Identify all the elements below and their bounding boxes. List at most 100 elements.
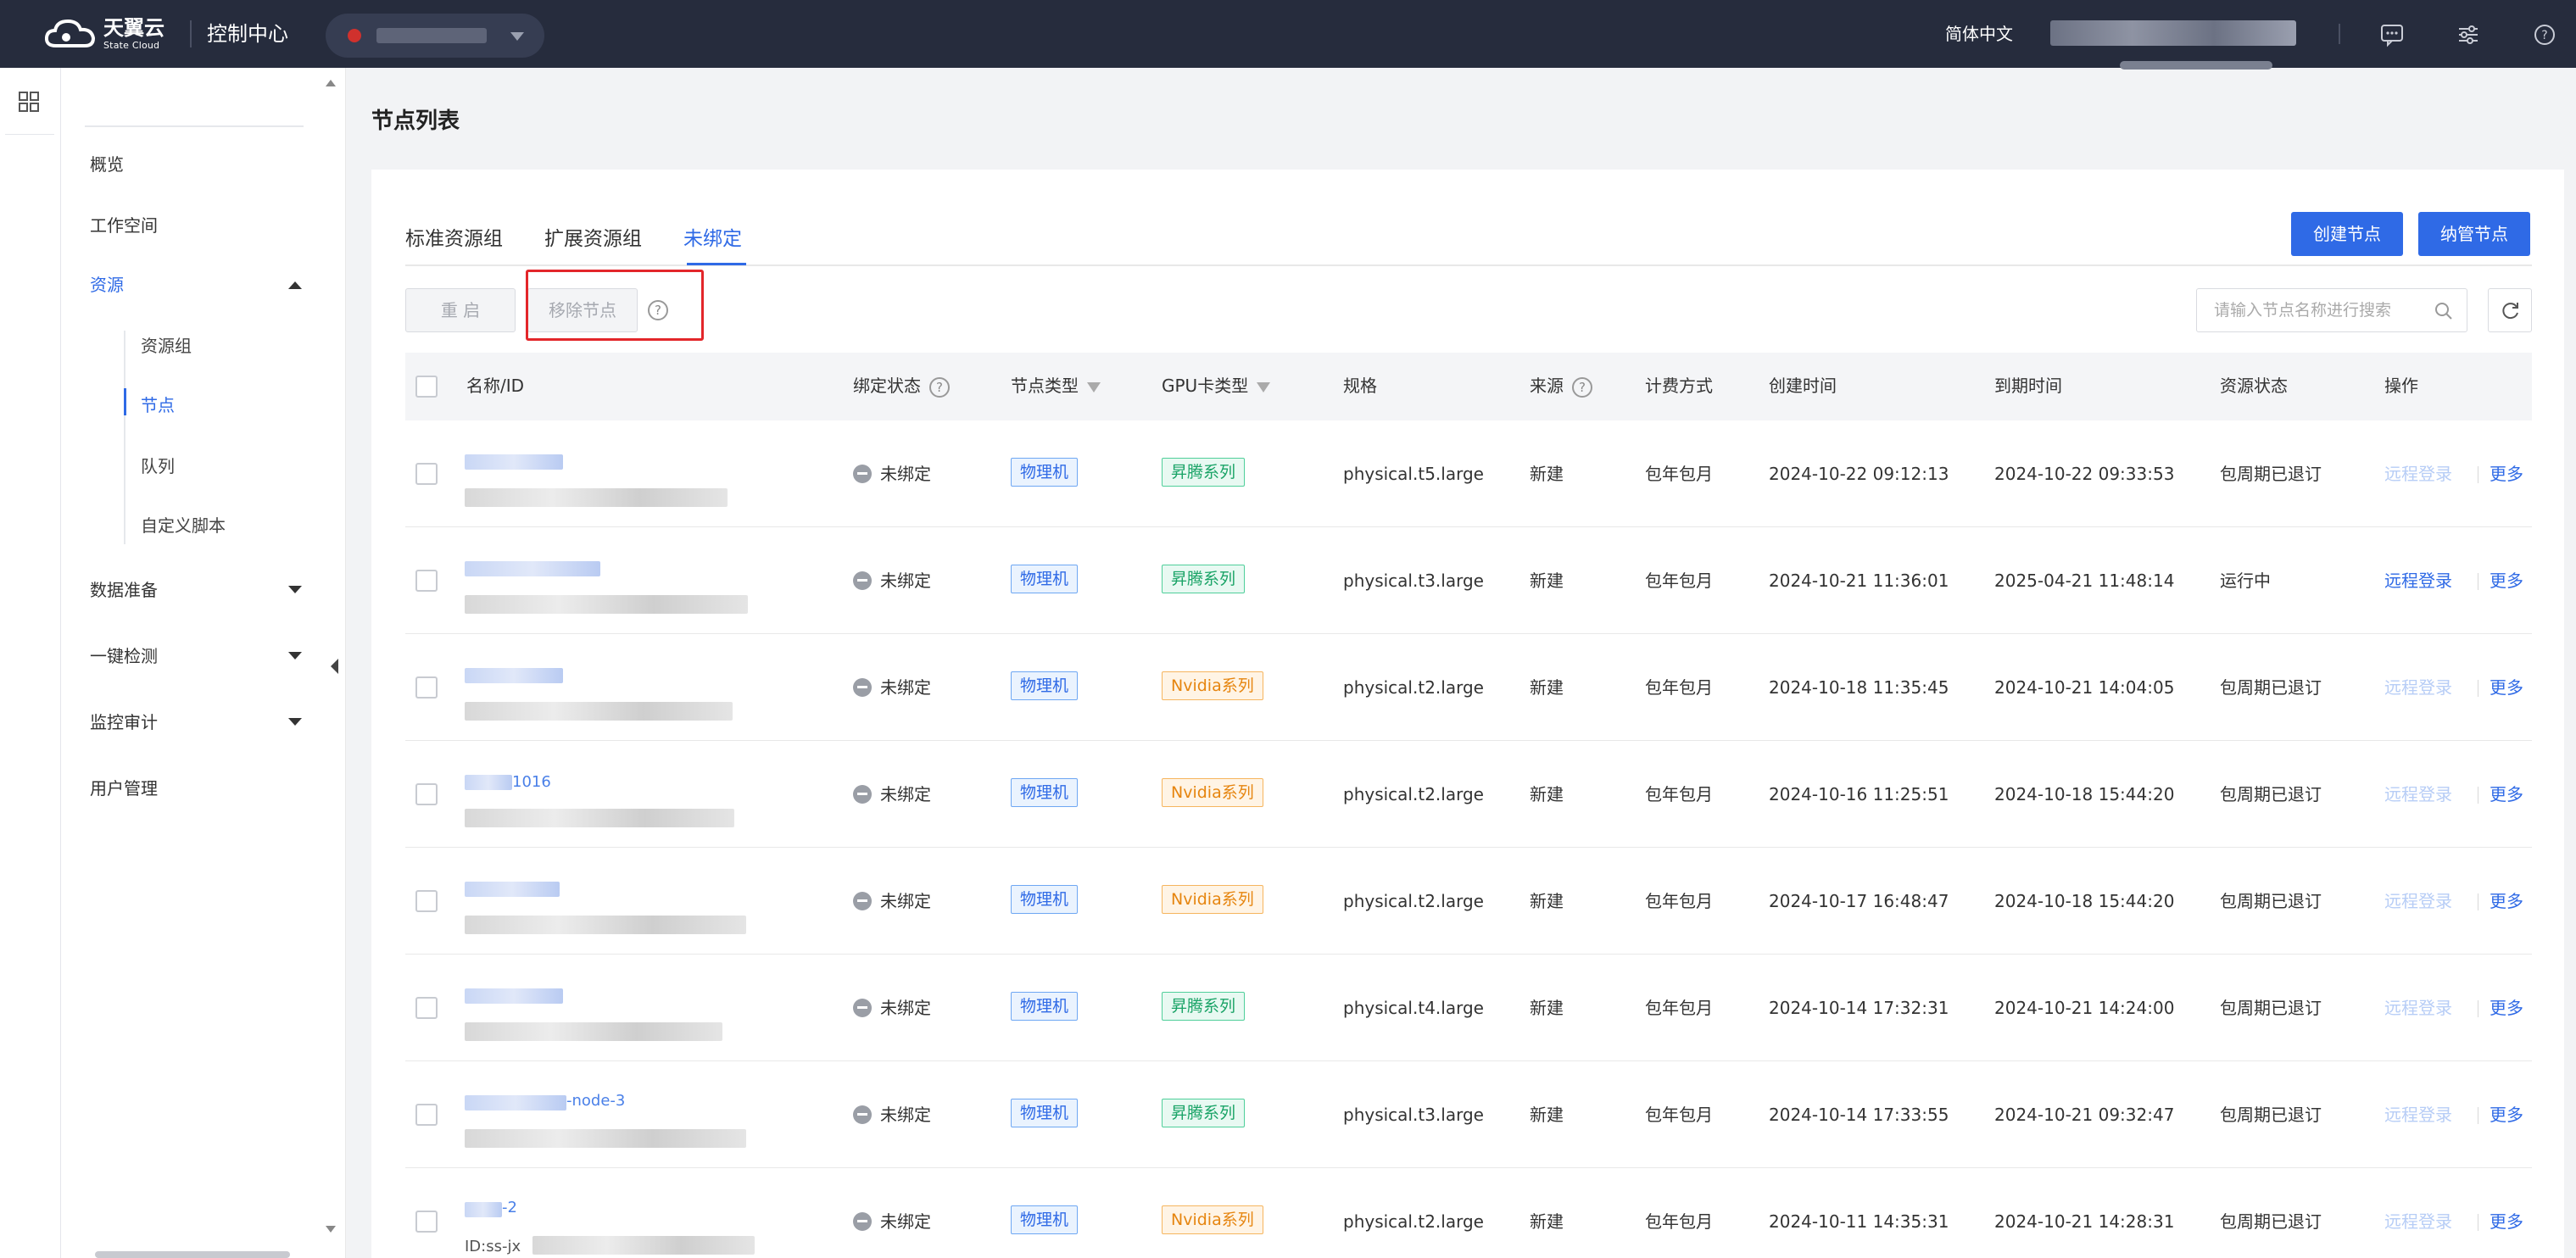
- create-node-button[interactable]: 创建节点: [2291, 212, 2403, 256]
- scroll-down-arrow-icon[interactable]: [326, 1226, 336, 1233]
- table-row[interactable]: 未绑定 物理机 Nvidia系列 physical.t2.large 新建 包年…: [405, 848, 2532, 955]
- more-link[interactable]: 更多: [2490, 1102, 2523, 1127]
- table-row[interactable]: 未绑定 物理机 昇腾系列 physical.t4.large 新建 包年包月 2…: [405, 955, 2532, 1061]
- sidebar-item-nodes[interactable]: 节点: [141, 393, 175, 417]
- logo-name: 天翼云: [103, 16, 164, 40]
- sidebar: 概览 工作空间 资源 资源组 节点 队列 自定义脚本 数据准备 一键检测 监控审…: [61, 68, 346, 1258]
- tab-unbound[interactable]: 未绑定: [683, 222, 742, 256]
- more-link[interactable]: 更多: [2490, 995, 2523, 1021]
- table-row[interactable]: 未绑定 物理机 昇腾系列 physical.t3.large 新建 包年包月 2…: [405, 527, 2532, 634]
- more-link[interactable]: 更多: [2490, 782, 2523, 807]
- sidebar-item-overview[interactable]: 概览: [90, 153, 124, 176]
- remote-login-link[interactable]: 远程登录: [2384, 888, 2452, 914]
- filter-icon[interactable]: [1087, 381, 1101, 392]
- table-row[interactable]: 未绑定 物理机 Nvidia系列 physical.t2.large 新建 包年…: [405, 634, 2532, 741]
- node-name-fragment[interactable]: 1016: [512, 773, 551, 792]
- node-name-redacted[interactable]: [465, 882, 560, 897]
- unbound-status-icon: [853, 785, 872, 804]
- chevron-down-icon[interactable]: [288, 586, 302, 593]
- row-checkbox[interactable]: [415, 1104, 438, 1126]
- remote-login-link[interactable]: 远程登录: [2384, 461, 2452, 487]
- expire-time: 2024-10-21 14:28:31: [1994, 1211, 2175, 1232]
- table-row[interactable]: 未绑定 物理机 昇腾系列 physical.t5.large 新建 包年包月 2…: [405, 420, 2532, 527]
- source: 新建: [1530, 1105, 1564, 1125]
- collapse-sidebar-icon[interactable]: [331, 659, 338, 674]
- settings-sliders-icon[interactable]: [2456, 22, 2481, 47]
- user-account-redacted[interactable]: [2050, 20, 2296, 46]
- node-name-redacted[interactable]: [465, 1095, 566, 1110]
- remote-login-link[interactable]: 远程登录: [2384, 995, 2452, 1021]
- column-header-actions: 操作: [2384, 376, 2418, 396]
- row-checkbox[interactable]: [415, 890, 438, 912]
- node-name-redacted[interactable]: [465, 988, 563, 1004]
- sidebar-item-data-prep[interactable]: 数据准备: [90, 578, 158, 602]
- node-name-fragment[interactable]: -2: [502, 1199, 517, 1217]
- sidebar-item-monitoring-audit[interactable]: 监控审计: [90, 710, 158, 734]
- more-link[interactable]: 更多: [2490, 568, 2523, 593]
- remote-login-link[interactable]: 远程登录: [2384, 568, 2452, 593]
- created-time: 2024-10-16 11:25:51: [1769, 784, 1949, 804]
- manage-node-button[interactable]: 纳管节点: [2418, 212, 2530, 256]
- console-title[interactable]: 控制中心: [207, 20, 288, 47]
- apps-grid-icon[interactable]: [17, 90, 41, 114]
- row-checkbox[interactable]: [415, 997, 438, 1019]
- remote-login-link[interactable]: 远程登录: [2384, 782, 2452, 807]
- row-checkbox[interactable]: [415, 570, 438, 592]
- tree-guide-line: [124, 331, 125, 544]
- node-name-fragment[interactable]: -node-3: [566, 1092, 625, 1110]
- tab-standard-resource-group[interactable]: 标准资源组: [405, 222, 503, 256]
- more-link[interactable]: 更多: [2490, 461, 2523, 487]
- select-all-checkbox[interactable]: [415, 376, 438, 398]
- node-id-redacted: [465, 1129, 746, 1148]
- filter-icon[interactable]: [1257, 381, 1271, 392]
- search-input[interactable]: 请输入节点名称进行搜索: [2196, 288, 2467, 332]
- table-row[interactable]: -node-3 未绑定 物理机 昇腾系列 physical.t3.large 新…: [405, 1061, 2532, 1168]
- more-link[interactable]: 更多: [2490, 675, 2523, 700]
- expire-time: 2024-10-21 14:24:00: [1994, 998, 2175, 1018]
- restart-button[interactable]: 重 启: [405, 288, 516, 332]
- tab-extended-resource-group[interactable]: 扩展资源组: [544, 222, 642, 256]
- bind-status-text: 未绑定: [880, 464, 931, 484]
- more-link[interactable]: 更多: [2490, 888, 2523, 914]
- help-icon[interactable]: ?: [1572, 376, 1592, 398]
- node-name-redacted[interactable]: [465, 561, 600, 576]
- scroll-up-arrow-icon[interactable]: [326, 80, 336, 86]
- table-row[interactable]: -2 ID:ss-jx 未绑定 物理机 Nvidia系列 physical.t2…: [405, 1168, 2532, 1258]
- sidebar-item-custom-scripts[interactable]: 自定义脚本: [141, 514, 226, 537]
- brand-logo[interactable]: 天翼云 State Cloud: [44, 15, 164, 53]
- row-checkbox[interactable]: [415, 676, 438, 699]
- spec: physical.t5.large: [1343, 464, 1484, 484]
- sidebar-item-resources[interactable]: 资源: [90, 273, 124, 297]
- region-selector[interactable]: [326, 14, 544, 58]
- sidebar-item-resource-group[interactable]: 资源组: [141, 334, 192, 358]
- node-name-redacted[interactable]: [465, 1202, 502, 1217]
- remote-login-link[interactable]: 远程登录: [2384, 1102, 2452, 1127]
- node-name-redacted[interactable]: [465, 668, 563, 683]
- sidebar-item-queues[interactable]: 队列: [141, 454, 175, 478]
- row-checkbox[interactable]: [415, 783, 438, 805]
- message-icon[interactable]: [2379, 22, 2405, 47]
- bind-status: 未绑定: [853, 675, 931, 700]
- sidebar-item-user-management[interactable]: 用户管理: [90, 777, 158, 800]
- refresh-button[interactable]: [2488, 288, 2532, 332]
- chevron-down-icon[interactable]: [288, 652, 302, 660]
- remote-login-link[interactable]: 远程登录: [2384, 1209, 2452, 1234]
- help-circle-icon[interactable]: ?: [2532, 22, 2557, 47]
- search-icon[interactable]: [2433, 300, 2455, 322]
- help-icon[interactable]: ?: [929, 376, 950, 398]
- more-link[interactable]: 更多: [2490, 1209, 2523, 1234]
- row-checkbox[interactable]: [415, 463, 438, 485]
- chevron-down-icon[interactable]: [288, 718, 302, 726]
- language-switch[interactable]: 简体中文: [1945, 22, 2013, 46]
- row-checkbox[interactable]: [415, 1211, 438, 1233]
- node-name-redacted[interactable]: [465, 775, 512, 790]
- table-row[interactable]: 1016 未绑定 物理机 Nvidia系列 physical.t2.large …: [405, 741, 2532, 848]
- sidebar-item-workspace[interactable]: 工作空间: [90, 214, 158, 237]
- node-name-redacted[interactable]: [465, 454, 563, 470]
- source: 新建: [1530, 571, 1564, 591]
- horizontal-scrollbar[interactable]: [95, 1251, 290, 1258]
- remote-login-link[interactable]: 远程登录: [2384, 675, 2452, 700]
- chevron-up-icon[interactable]: [288, 281, 302, 289]
- sidebar-item-one-click-check[interactable]: 一键检测: [90, 644, 158, 668]
- column-header-source: 来源?: [1530, 373, 1592, 398]
